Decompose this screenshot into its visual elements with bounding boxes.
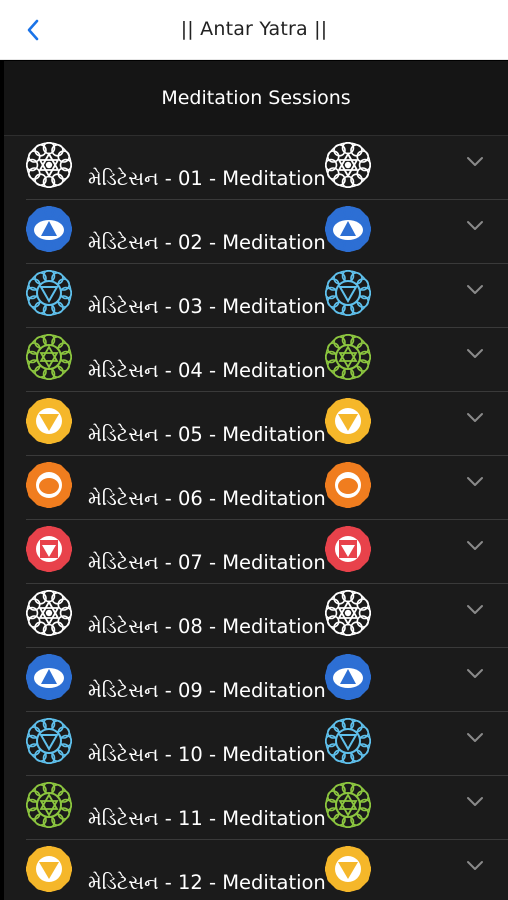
session-label: મેડિટેસન - 03 - Meditation — [88, 295, 326, 318]
chakra-crown-icon — [26, 590, 72, 636]
chevron-down-icon[interactable] — [466, 348, 484, 360]
chakra-throat-icon — [26, 270, 72, 316]
chevron-down-icon[interactable] — [466, 732, 484, 744]
chakra-root-icon — [26, 526, 72, 572]
chevron-down-icon[interactable] — [466, 156, 484, 168]
session-row[interactable]: મેડિટેસન - 12 - Meditation — [26, 840, 508, 900]
session-label: મેડિટેસન - 02 - Meditation — [88, 231, 326, 254]
session-row[interactable]: મેડિટેસન - 06 - Meditation — [26, 456, 508, 520]
section-header: Meditation Sessions — [4, 61, 508, 136]
content-area: Meditation Sessions મેડિટેસન - 01 - Medi… — [4, 61, 508, 900]
session-list: મેડિટેસન - 01 - Meditation મેડિટેસન - 02 … — [4, 136, 508, 900]
chakra-sacral-icon — [325, 462, 371, 508]
session-label: મેડિટેસન - 12 - Meditation — [88, 871, 326, 894]
chakra-third-eye-icon — [26, 654, 72, 700]
chakra-crown-icon — [325, 142, 371, 188]
session-label: મેડિટેસન - 11 - Meditation — [88, 807, 326, 830]
chakra-throat-icon — [325, 270, 371, 316]
session-row[interactable]: મેડિટેસન - 09 - Meditation — [26, 648, 508, 712]
chevron-down-icon[interactable] — [466, 220, 484, 232]
chevron-down-icon[interactable] — [466, 860, 484, 872]
chakra-throat-icon — [325, 718, 371, 764]
chevron-down-icon[interactable] — [466, 284, 484, 296]
session-label: મેડિટેસન - 07 - Meditation — [88, 551, 326, 574]
chakra-crown-icon — [325, 590, 371, 636]
chevron-down-icon[interactable] — [466, 668, 484, 680]
session-row[interactable]: મેડિટેસન - 03 - Meditation — [26, 264, 508, 328]
session-row[interactable]: મેડિટેસન - 01 - Meditation — [26, 136, 508, 200]
chakra-heart-icon — [325, 334, 371, 380]
session-row[interactable]: મેડિટેસન - 07 - Meditation — [26, 520, 508, 584]
chakra-solar-plexus-icon — [325, 846, 371, 892]
chakra-heart-icon — [325, 782, 371, 828]
chevron-down-icon[interactable] — [466, 412, 484, 424]
chakra-third-eye-icon — [325, 206, 371, 252]
chakra-sacral-icon — [26, 462, 72, 508]
chakra-third-eye-icon — [26, 206, 72, 252]
session-label: મેડિટેસન - 05 - Meditation — [88, 423, 326, 446]
chakra-throat-icon — [26, 718, 72, 764]
page-title: || Antar Yatra || — [180, 18, 328, 40]
chakra-heart-icon — [26, 782, 72, 828]
session-row[interactable]: મેડિટેસન - 05 - Meditation — [26, 392, 508, 456]
session-row[interactable]: મેડિટેસન - 02 - Meditation — [26, 200, 508, 264]
chevron-down-icon[interactable] — [466, 796, 484, 808]
session-row[interactable]: મેડિટેસન - 10 - Meditation — [26, 712, 508, 776]
session-label: મેડિટેસન - 09 - Meditation — [88, 679, 326, 702]
chevron-down-icon[interactable] — [466, 476, 484, 488]
session-row[interactable]: મેડિટેસન - 08 - Meditation — [26, 584, 508, 648]
session-row[interactable]: મેડિટેસન - 04 - Meditation — [26, 328, 508, 392]
session-row[interactable]: મેડિટેસન - 11 - Meditation — [26, 776, 508, 840]
chakra-solar-plexus-icon — [325, 398, 371, 444]
app-header: || Antar Yatra || — [0, 0, 508, 60]
chakra-root-icon — [325, 526, 371, 572]
chakra-heart-icon — [26, 334, 72, 380]
chakra-crown-icon — [26, 142, 72, 188]
chakra-solar-plexus-icon — [26, 398, 72, 444]
session-label: મેડિટેસન - 01 - Meditation — [88, 167, 326, 190]
session-label: મેડિટેસન - 08 - Meditation — [88, 615, 326, 638]
chakra-third-eye-icon — [325, 654, 371, 700]
chevron-down-icon[interactable] — [466, 604, 484, 616]
session-label: મેડિટેસન - 10 - Meditation — [88, 743, 326, 766]
section-title: Meditation Sessions — [161, 87, 351, 109]
session-label: મેડિટેસન - 04 - Meditation — [88, 359, 326, 382]
chakra-solar-plexus-icon — [26, 846, 72, 892]
session-label: મેડિટેસન - 06 - Meditation — [88, 487, 326, 510]
chevron-down-icon[interactable] — [466, 540, 484, 552]
